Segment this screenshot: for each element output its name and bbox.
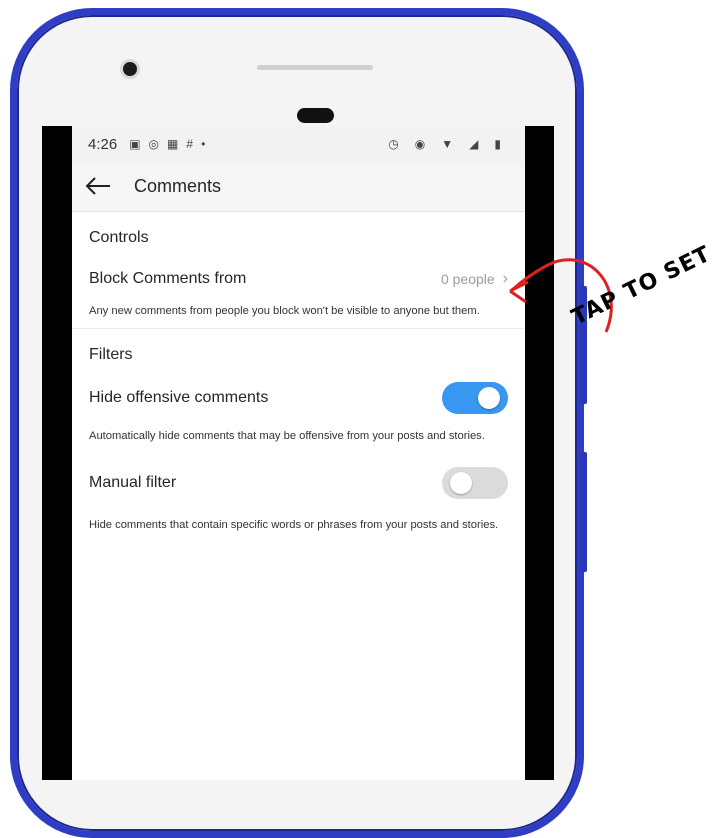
- battery-icon: ▮: [494, 137, 501, 151]
- hide-offensive-toggle[interactable]: [442, 382, 508, 414]
- block-comments-description: Any new comments from people you block w…: [89, 305, 480, 317]
- toggle-knob: [478, 387, 500, 409]
- image-notification-icon: ▣: [129, 137, 141, 151]
- vibrate-icon: ◉: [414, 137, 426, 151]
- slack-notification-icon: #: [186, 137, 194, 151]
- block-comments-value: 0 people: [440, 271, 495, 287]
- app-screen: 4:26 ▣ ◎ ▦ # • ◷ ◉ ▼ ◢ ▮ Comments Contro…: [72, 126, 525, 780]
- alarm-icon: ◷: [388, 137, 399, 151]
- dot-icon: •: [201, 137, 206, 151]
- hide-offensive-row: Hide offensive comments: [72, 372, 525, 424]
- proximity-sensor: [297, 108, 334, 123]
- status-time: 4:26: [88, 135, 118, 153]
- power-button: [580, 452, 587, 572]
- filters-heading: Filters: [89, 346, 133, 363]
- manual-filter-description: Hide comments that contain specific word…: [89, 519, 499, 531]
- status-bar: 4:26 ▣ ◎ ▦ # • ◷ ◉ ▼ ◢ ▮: [72, 126, 525, 162]
- app-header: Comments: [72, 162, 525, 212]
- wifi-icon: ▼: [441, 137, 454, 151]
- controls-heading: Controls: [89, 229, 149, 246]
- block-comments-value-wrap: 0 people ›: [441, 270, 508, 288]
- manual-filter-label: Manual filter: [89, 474, 177, 491]
- hide-offensive-description: Automatically hide comments that may be …: [89, 430, 485, 442]
- block-comments-label: Block Comments from: [89, 270, 247, 287]
- block-comments-row[interactable]: Block Comments from 0 people ›: [72, 253, 525, 305]
- manual-filter-row: Manual filter: [72, 457, 525, 509]
- earpiece-speaker: [257, 65, 373, 70]
- toggle-knob: [450, 472, 472, 494]
- signal-icon: ◢: [469, 137, 479, 151]
- manual-filter-toggle[interactable]: [442, 467, 508, 499]
- calendar-notification-icon: ▦: [167, 137, 179, 151]
- front-camera: [123, 62, 137, 76]
- phone-screen: 4:26 ▣ ◎ ▦ # • ◷ ◉ ▼ ◢ ▮ Comments Contro…: [42, 126, 554, 780]
- hide-offensive-label: Hide offensive comments: [89, 389, 269, 406]
- arrow-left-icon[interactable]: [84, 174, 124, 200]
- whatsapp-notification-icon: ◎: [148, 137, 160, 151]
- page-title: Comments: [134, 176, 222, 196]
